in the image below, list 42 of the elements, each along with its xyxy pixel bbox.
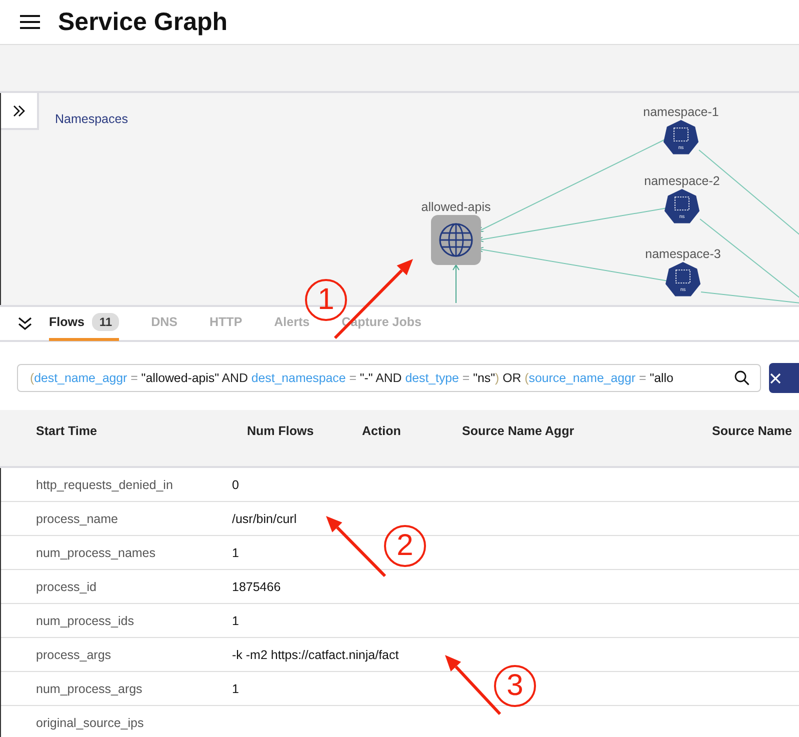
field-name: process_args bbox=[36, 648, 112, 662]
field-name: num_process_args bbox=[36, 682, 142, 696]
node-label: namespace-2 bbox=[644, 174, 720, 188]
tab[interactable]: Flows 11 bbox=[49, 306, 120, 341]
search-icon[interactable] bbox=[734, 370, 750, 386]
callout-arrow bbox=[445, 655, 502, 716]
field-value: /usr/bin/curl bbox=[232, 512, 297, 526]
field-value: 1 bbox=[232, 546, 239, 560]
field-name: num_process_ids bbox=[36, 614, 134, 628]
field-value: 0 bbox=[232, 478, 239, 492]
field-name: original_source_ips bbox=[36, 716, 144, 730]
node-label: allowed-apis bbox=[421, 200, 491, 214]
count-badge: 11 bbox=[92, 313, 120, 331]
edge-arrow bbox=[452, 264, 460, 304]
field-value: 1 bbox=[232, 682, 239, 696]
field-name: process_name bbox=[36, 512, 118, 526]
panel-label: Namespaces bbox=[55, 112, 128, 126]
node-label: namespace-1 bbox=[643, 105, 719, 119]
callout-number: 3 bbox=[494, 665, 536, 707]
callout-number: 2 bbox=[384, 525, 426, 567]
close-icon bbox=[769, 372, 781, 384]
field-value: -k -m2 https://catfact.ninja/fact bbox=[232, 648, 399, 662]
column-header: Source Name Aggr bbox=[462, 424, 576, 438]
double-chevron-icon bbox=[13, 104, 25, 116]
collapse-icon[interactable] bbox=[17, 316, 33, 330]
expand-button[interactable] bbox=[1, 93, 39, 130]
field-name: http_requests_denied_in bbox=[36, 478, 173, 492]
page-title: Service Graph bbox=[58, 8, 228, 36]
query-field[interactable]: (dest_name_aggr = "allowed-apis" AND dest_namespace = "-" AND dest_type = "ns") OR (source_name_aggr = "allo bbox=[17, 364, 761, 392]
field-name: process_id bbox=[36, 580, 96, 594]
callout-arrow bbox=[326, 516, 386, 578]
column-header: Source Name bbox=[712, 424, 793, 438]
globe-node[interactable] bbox=[431, 215, 481, 265]
column-header: Num Flows bbox=[247, 424, 315, 438]
clear-button[interactable] bbox=[769, 363, 799, 393]
menu-icon[interactable] bbox=[20, 14, 40, 30]
field-value: 1 bbox=[232, 614, 239, 628]
node-label: namespace-3 bbox=[645, 247, 721, 261]
field-value: 1875466 bbox=[232, 580, 281, 594]
column-header: Action bbox=[362, 424, 402, 438]
column-header: Start Time bbox=[36, 424, 98, 438]
field-name: num_process_names bbox=[36, 546, 156, 560]
